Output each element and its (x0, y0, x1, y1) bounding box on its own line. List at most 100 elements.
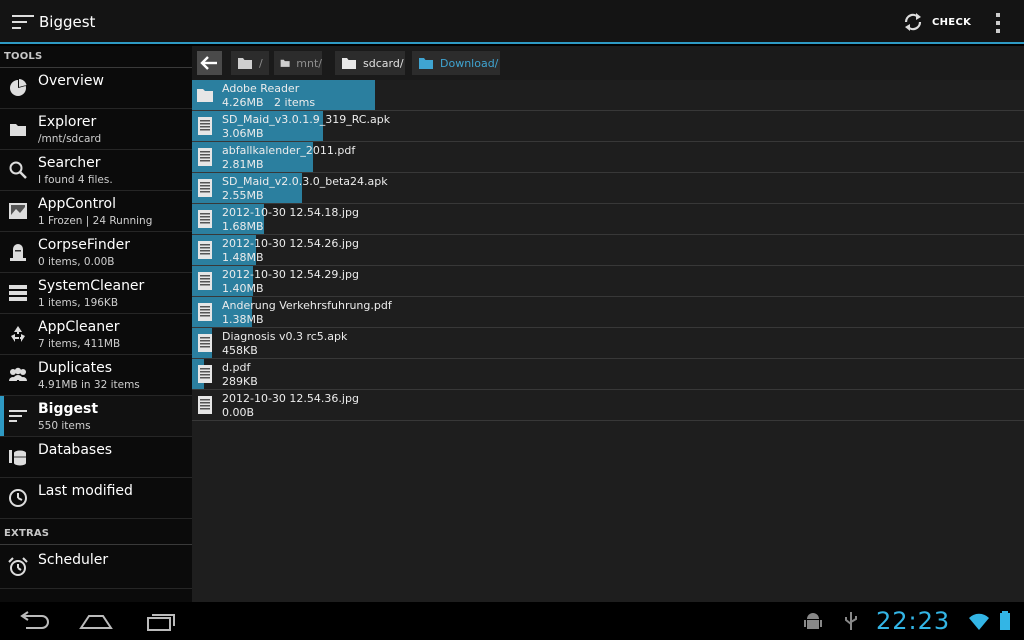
sidebar-item-overview[interactable]: Overview (0, 68, 192, 109)
sidebar-item-corpsefinder[interactable]: CorpseFinder 0 items, 0.00B (0, 232, 192, 273)
check-label: CHECK (932, 16, 972, 28)
sidebar-item-sub: /mnt/sdcard (38, 133, 102, 145)
file-name: SD_Maid_v3.0.1.9_319_RC.apk (222, 113, 391, 126)
file-size: 1.38MB (222, 313, 264, 326)
file-size: 1.48MB (222, 251, 264, 264)
file-row[interactable]: Anderung Verkehrsfuhrung.pdf 1.38MB (192, 297, 1024, 328)
check-button[interactable]: CHECK (902, 10, 971, 34)
sidebar-item-last-modified[interactable]: Last modified (0, 478, 192, 519)
file-size: 458KB (222, 344, 258, 357)
arrow-left-icon (200, 56, 217, 70)
file-name: Diagnosis v0.3 rc5.apk (222, 330, 348, 343)
sidebar-item-label: Explorer (38, 114, 97, 130)
sidebar-item-biggest[interactable]: Biggest 550 items (0, 396, 192, 437)
recycle-icon (11, 326, 25, 342)
file-row[interactable]: SD_Maid_v3.0.1.9_319_RC.apk 3.06MB (192, 111, 1024, 142)
pie-chart-icon (10, 79, 27, 96)
file-row[interactable]: Adobe Reader 4.26MB 2 items (192, 80, 1024, 111)
app-control-icon (9, 203, 27, 219)
sidebar-item-label: Searcher (38, 155, 101, 171)
back-button[interactable] (197, 51, 222, 75)
file-name: 2012-10-30 12.54.26.jpg (222, 237, 359, 250)
main-panel: / mnt/ sdcard/ Download/ Adobe Reader 4.… (192, 46, 1024, 602)
file-name: 2012-10-30 12.54.18.jpg (222, 206, 359, 219)
overflow-menu-icon[interactable] (993, 12, 1003, 34)
refresh-icon (904, 13, 922, 31)
database-icon (9, 450, 26, 466)
sidebar-item-label: Databases (38, 442, 113, 458)
page-title: Biggest (39, 13, 96, 31)
sidebar-item-sub: 1 Frozen | 24 Running (38, 215, 153, 227)
sidebar-item-sub: 7 items, 411MB (38, 338, 121, 350)
folder-icon (280, 59, 290, 67)
file-name: SD_Maid_v2.0.3.0_beta24.apk (222, 175, 388, 188)
clock: 22:23 (876, 607, 951, 635)
file-row[interactable]: 2012-10-30 12.54.26.jpg 1.48MB (192, 235, 1024, 266)
file-row[interactable]: 2012-10-30 12.54.18.jpg 1.68MB (192, 204, 1024, 235)
clock-icon (9, 489, 27, 507)
file-row[interactable]: abfallkalender_2011.pdf 2.81MB (192, 142, 1024, 173)
document-icon (198, 179, 212, 197)
sidebar-item-explorer[interactable]: Explorer /mnt/sdcard (0, 109, 192, 150)
sidebar-item-label: AppCleaner (38, 319, 120, 335)
breadcrumb: / mnt/ sdcard/ Download/ (192, 46, 1024, 80)
file-name: 2012-10-30 12.54.36.jpg (222, 392, 359, 405)
file-size: 1.40MB (222, 282, 264, 295)
sidebar-item-scheduler[interactable]: Scheduler (0, 545, 192, 589)
android-debug-icon (804, 613, 822, 629)
tools-header: TOOLS (0, 46, 192, 68)
folder-icon (238, 58, 252, 69)
home-nav-icon[interactable] (79, 610, 113, 632)
file-size: 2.55MB (222, 189, 264, 202)
biggest-icon[interactable] (12, 14, 34, 30)
crumb-label: Download/ (440, 56, 499, 70)
document-icon (198, 148, 212, 166)
file-size: 2.81MB (222, 158, 264, 171)
usb-icon (845, 612, 857, 630)
file-row[interactable]: 2012-10-30 12.54.29.jpg 1.40MB (192, 266, 1024, 297)
sidebar-item-sub: I found 4 files. (38, 174, 113, 186)
crumb-label: / (259, 56, 263, 70)
document-icon (198, 303, 212, 321)
document-icon (198, 396, 212, 414)
system-bar: 22:23 (0, 602, 1024, 640)
file-row[interactable]: Diagnosis v0.3 rc5.apk 458KB (192, 328, 1024, 359)
sidebar-item-databases[interactable]: Databases (0, 437, 192, 478)
sidebar-item-label: CorpseFinder (38, 237, 130, 253)
file-size: 4.26MB 2 items (222, 96, 316, 109)
sidebar-item-sub: 1 items, 196KB (38, 297, 119, 309)
search-icon (9, 161, 27, 179)
document-icon (198, 117, 212, 135)
sidebar-item-label: Duplicates (38, 360, 112, 376)
file-name: abfallkalender_2011.pdf (222, 144, 356, 157)
crumb-sdcard[interactable]: sdcard/ (335, 51, 405, 75)
sidebar-item-appcleaner[interactable]: AppCleaner 7 items, 411MB (0, 314, 192, 355)
document-icon (198, 272, 212, 290)
file-row[interactable]: d.pdf 289KB (192, 359, 1024, 390)
sidebar-item-appcontrol[interactable]: AppControl 1 Frozen | 24 Running (0, 191, 192, 232)
crumb-label: sdcard/ (363, 56, 404, 70)
file-size: 0.00B (222, 406, 255, 419)
crumb-root[interactable]: / (231, 51, 269, 75)
file-row[interactable]: 2012-10-30 12.54.36.jpg 0.00B (192, 390, 1024, 421)
recent-apps-icon[interactable] (144, 610, 178, 632)
file-name: d.pdf (222, 361, 251, 374)
sidebar-item-label: AppControl (38, 196, 116, 212)
file-list: Adobe Reader 4.26MB 2 items SD_Maid_v3.0… (192, 80, 1024, 421)
sidebar-item-sub: 550 items (38, 420, 91, 432)
sidebar: TOOLS Overview Explorer /mnt/sdcard Sear… (0, 46, 192, 602)
crumb-download[interactable]: Download/ (412, 51, 500, 75)
sidebar-item-searcher[interactable]: Searcher I found 4 files. (0, 150, 192, 191)
sidebar-item-systemcleaner[interactable]: SystemCleaner 1 items, 196KB (0, 273, 192, 314)
file-name: Anderung Verkehrsfuhrung.pdf (222, 299, 392, 312)
document-icon (198, 241, 212, 259)
sidebar-item-duplicates[interactable]: Duplicates 4.91MB in 32 items (0, 355, 192, 396)
folder-icon (342, 58, 356, 69)
action-bar: Biggest CHECK (0, 0, 1024, 44)
file-row[interactable]: SD_Maid_v2.0.3.0_beta24.apk 2.55MB (192, 173, 1024, 204)
folder-icon (10, 124, 26, 136)
document-icon (198, 365, 212, 383)
back-nav-icon[interactable] (16, 610, 50, 632)
crumb-mnt[interactable]: mnt/ (274, 51, 322, 75)
battery-icon (1000, 611, 1010, 630)
